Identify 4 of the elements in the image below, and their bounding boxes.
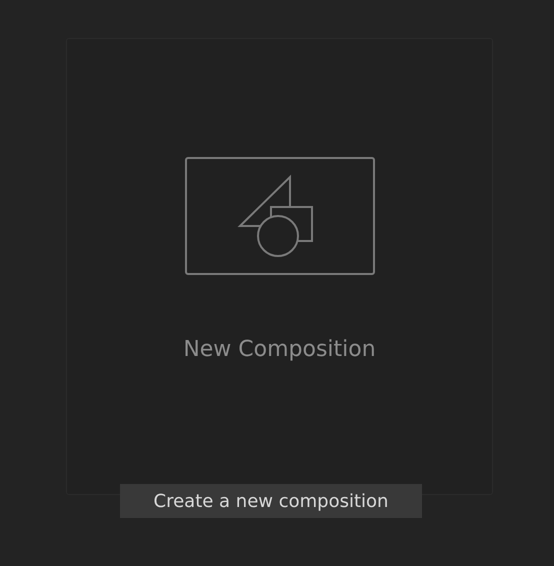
composition-icon: [184, 157, 374, 275]
new-composition-card[interactable]: New Composition: [66, 38, 493, 495]
tooltip: Create a new composition: [120, 484, 422, 518]
card-title: New Composition: [183, 337, 376, 362]
